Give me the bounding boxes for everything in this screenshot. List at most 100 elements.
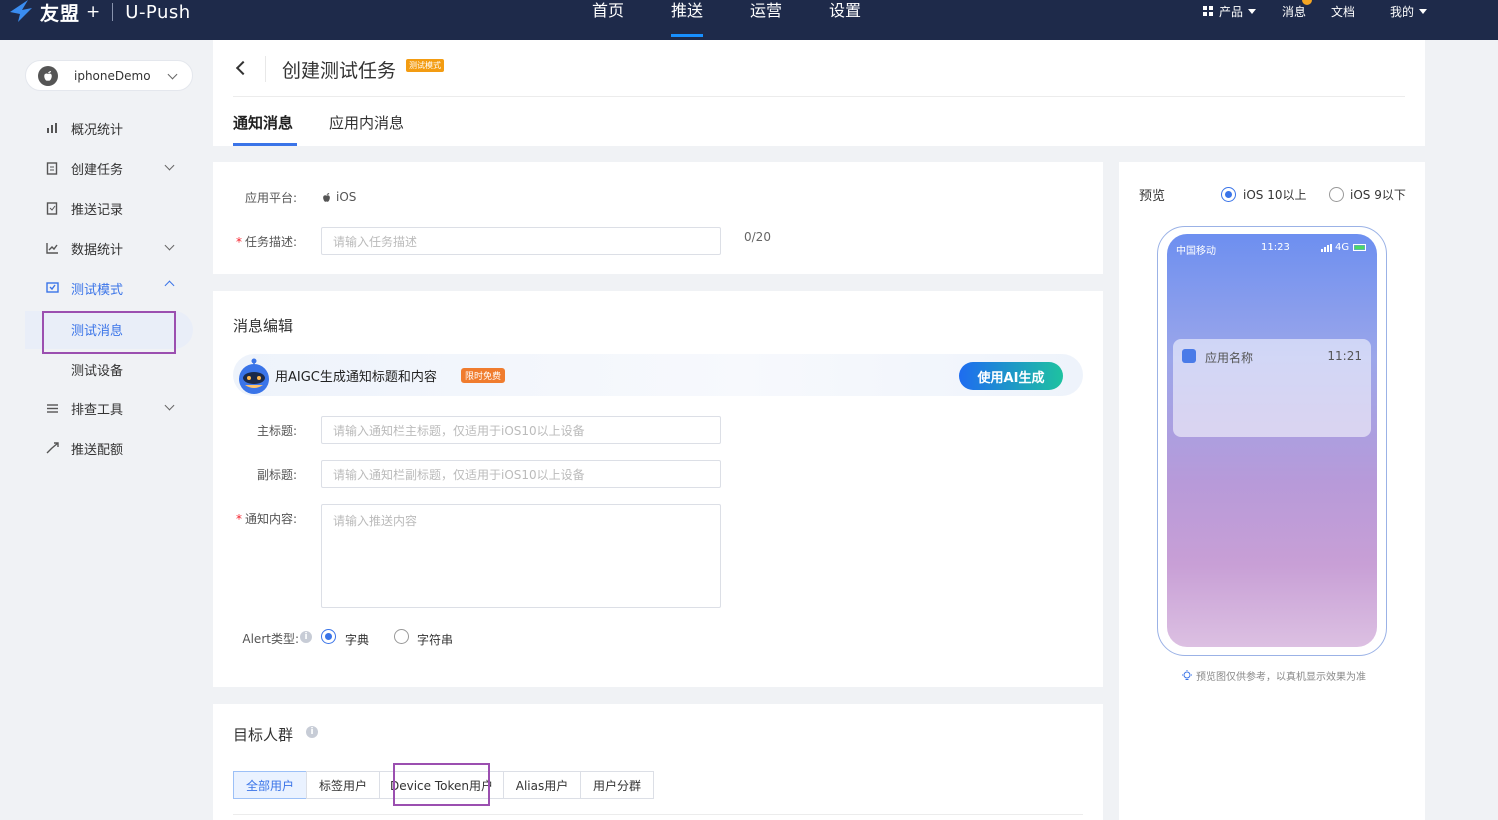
segment-user-groups[interactable]: 用户分群 (580, 771, 654, 799)
app-selector[interactable]: iphoneDemo (25, 60, 193, 91)
preview-panel: 预览 iOS 10以上 iOS 9以下 中国移动 11:23 4G 应用名称 1… (1119, 162, 1425, 820)
notification-time: 11:21 (1327, 349, 1362, 363)
title-placeholder: 请输入通知栏主标题，仅适用于iOS10以上设备 (333, 423, 585, 438)
platform-value: iOS (322, 190, 356, 204)
sidebar-item-test-mode[interactable]: 测试模式 (45, 278, 180, 298)
alert-dict-radio[interactable] (321, 629, 336, 644)
highlight-box (393, 763, 490, 806)
ai-banner-text: 用AIGC生成通知标题和内容 (275, 370, 437, 385)
test-mode-badge: 测试模式 (406, 59, 444, 72)
desc-counter: 0/20 (744, 230, 771, 244)
ios9-label: iOS 9以下 (1350, 188, 1406, 202)
network-type: 4G (1335, 242, 1350, 253)
content-textarea[interactable]: 请输入推送内容 (321, 504, 721, 608)
title-input[interactable]: 请输入通知栏主标题，仅适用于iOS10以上设备 (321, 416, 721, 444)
task-desc-placeholder: 请输入任务描述 (333, 234, 418, 249)
nav-operation[interactable]: 运营 (750, 0, 782, 40)
segment-tag-users[interactable]: 标签用户 (306, 771, 380, 799)
desc-label: * 任务描述: (235, 235, 297, 249)
sidebar-item-label: 测试模式 (71, 282, 124, 298)
brand-plus: + (86, 2, 101, 22)
phone-mockup: 中国移动 11:23 4G 应用名称 11:21 (1157, 226, 1387, 656)
mine-menu[interactable]: 我的 (1390, 2, 1428, 20)
back-arrow-icon[interactable] (235, 60, 251, 76)
sidebar-item-test-device[interactable]: 测试设备 (71, 360, 123, 379)
message-badge (1302, 0, 1313, 5)
apple-icon (323, 192, 330, 202)
sidebar-item-overview[interactable]: 概况统计 (45, 118, 180, 138)
nav-settings[interactable]: 设置 (829, 0, 861, 40)
clock-text: 11:23 (1261, 242, 1290, 253)
chevron-down-icon (164, 240, 175, 251)
logo-divider (112, 3, 114, 21)
tab-in-app-message[interactable]: 应用内消息 (329, 112, 404, 133)
basic-info-card: 应用平台: iOS * 任务描述: 请输入任务描述 0/20 (213, 162, 1103, 274)
editor-title: 消息编辑 (233, 317, 294, 335)
segment-all-users[interactable]: 全部用户 (233, 771, 307, 799)
preview-disclaimer: 预览图仅供参考，以真机显示效果为准 (1181, 668, 1366, 683)
content-placeholder: 请输入推送内容 (333, 514, 418, 528)
sidebar-item-create-task[interactable]: 创建任务 (45, 158, 180, 178)
phone-screen: 中国移动 11:23 4G 应用名称 11:21 (1167, 234, 1377, 647)
chevron-up-icon (164, 280, 175, 291)
task-desc-input[interactable]: 请输入任务描述 (321, 227, 721, 255)
content-label: * 通知内容: (235, 512, 297, 526)
ai-generate-button[interactable]: 使用AI生成 (959, 362, 1063, 390)
messages-label: 消息 (1282, 4, 1307, 19)
page-title: 创建测试任务 (282, 60, 397, 82)
header-divider-line (233, 96, 1405, 97)
list-icon (45, 401, 59, 415)
platform-label: 应用平台: (244, 191, 297, 205)
nav-right: 产品 消息 文档 我的 (1203, 0, 1428, 20)
sidebar-item-label: 推送记录 (71, 202, 124, 218)
ios9-radio[interactable] (1329, 187, 1344, 202)
active-tab-indicator (233, 143, 297, 146)
segment-alias-users[interactable]: Alias用户 (503, 771, 581, 799)
task-icon (45, 161, 59, 175)
alert-string-radio[interactable] (394, 629, 409, 644)
umeng-logo[interactable]: 友盟 + U-Push (8, 0, 191, 25)
top-nav-bar: 友盟 + U-Push 首页 推送 运营 设置 产品 消息 文档 我的 (0, 0, 1498, 40)
platform-text: iOS (336, 190, 357, 204)
sidebar-item-label: 推送配额 (71, 442, 124, 458)
alert-dict-label: 字典 (345, 633, 370, 647)
info-icon[interactable]: i (306, 726, 318, 738)
signal-icon (1321, 243, 1332, 252)
tab-notification[interactable]: 通知消息 (233, 112, 293, 133)
chevron-down-icon (167, 69, 178, 80)
main-nav: 首页 推送 运营 设置 (592, 0, 908, 40)
header-divider (265, 56, 266, 82)
target-divider (233, 814, 1083, 815)
message-editor-card: 消息编辑 用AIGC生成通知标题和内容 限时免费 使用AI生成 主标题: 请输入… (213, 291, 1103, 687)
docs-label: 文档 (1331, 4, 1356, 19)
sidebar-item-troubleshoot[interactable]: 排查工具 (45, 398, 180, 418)
app-name: iphoneDemo (74, 68, 151, 83)
chart-bar-icon (45, 121, 59, 135)
nav-home[interactable]: 首页 (592, 0, 624, 40)
quota-icon (45, 441, 59, 455)
subtitle-placeholder: 请输入通知栏副标题，仅适用于iOS10以上设备 (333, 467, 585, 482)
nav-push[interactable]: 推送 (671, 0, 704, 40)
sidebar-item-push-quota[interactable]: 推送配额 (45, 438, 180, 458)
notification-preview: 应用名称 11:21 (1173, 339, 1371, 437)
chevron-down-icon (164, 160, 175, 171)
battery-icon (1353, 244, 1367, 251)
sidebar-item-push-records[interactable]: 推送记录 (45, 198, 180, 218)
sidebar-item-label: 数据统计 (71, 242, 124, 258)
products-menu[interactable]: 产品 (1203, 2, 1257, 20)
docs-link[interactable]: 文档 (1331, 2, 1355, 20)
ios10-radio[interactable] (1221, 187, 1236, 202)
info-icon[interactable]: i (300, 631, 312, 643)
record-icon (45, 201, 59, 215)
line-chart-icon (45, 241, 59, 255)
network-status: 4G (1321, 242, 1367, 253)
preview-note-text: 预览图仅供参考，以真机显示效果为准 (1196, 672, 1366, 683)
ai-banner: 用AIGC生成通知标题和内容 限时免费 使用AI生成 (233, 354, 1083, 396)
messages-link[interactable]: 消息 (1282, 0, 1313, 20)
logo-bird-icon (8, 0, 36, 24)
page-header: 创建测试任务 测试模式 通知消息 应用内消息 (213, 40, 1425, 146)
subtitle-input[interactable]: 请输入通知栏副标题，仅适用于iOS10以上设备 (321, 460, 721, 488)
test-icon (45, 281, 59, 295)
sidebar-item-data-stats[interactable]: 数据统计 (45, 238, 180, 258)
sidebar-item-label: 创建任务 (71, 162, 124, 178)
